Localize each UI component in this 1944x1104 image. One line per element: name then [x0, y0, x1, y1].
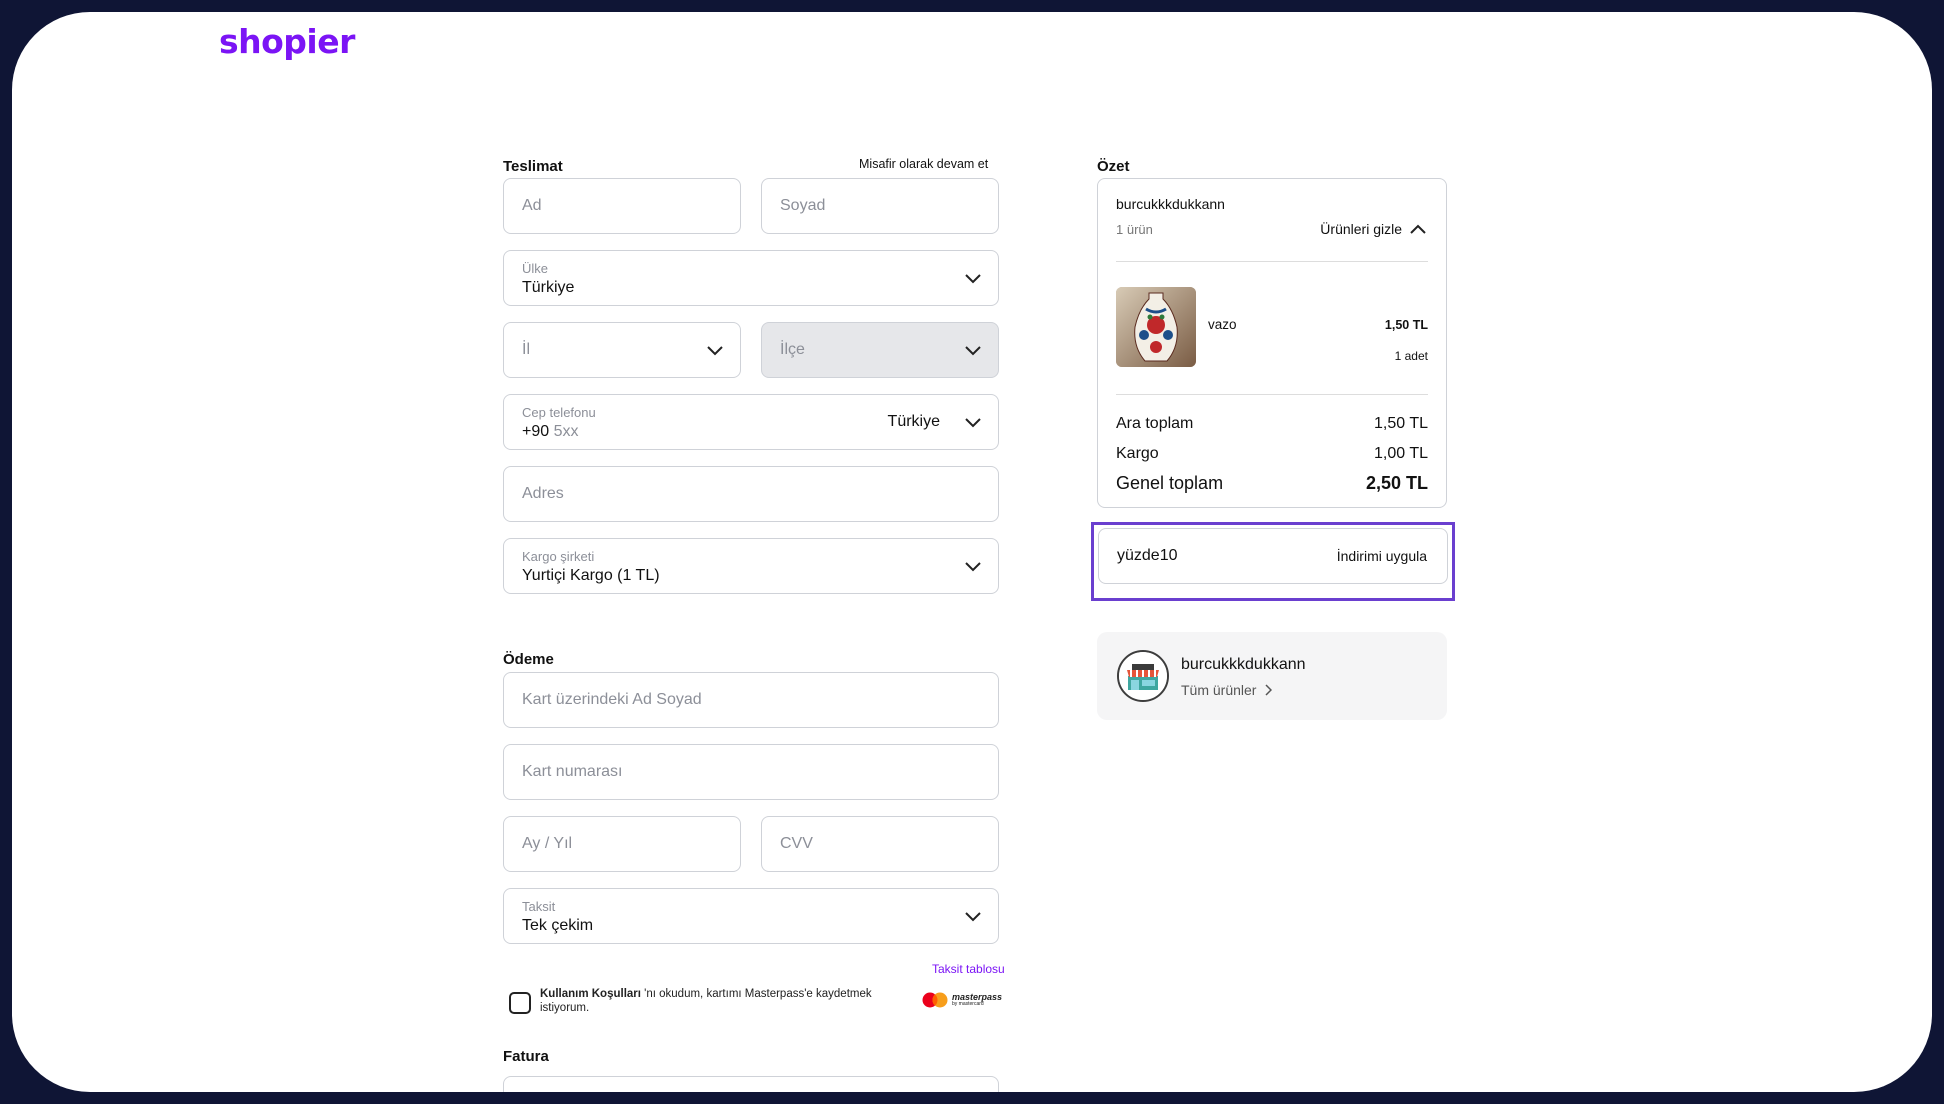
- checkout-page: shopier Teslimat Misafir olarak devam et…: [12, 12, 1932, 1092]
- province-select[interactable]: İl: [503, 322, 741, 378]
- product-price: 1,50 TL: [1384, 318, 1428, 332]
- chevron-down-icon: [965, 346, 981, 356]
- chevron-down-icon[interactable]: [964, 416, 982, 428]
- shipping-label: Kargo: [1116, 445, 1159, 462]
- summary-title: Özet: [1097, 158, 1130, 175]
- terms-link[interactable]: Kullanım Koşulları: [540, 988, 641, 1000]
- invoice-title: Fatura: [503, 1048, 549, 1065]
- phone-placeholder: 5xx: [553, 423, 579, 440]
- first-name-placeholder: Ad: [522, 197, 542, 214]
- total-value: 2,50 TL: [1365, 473, 1428, 493]
- phone-country-select[interactable]: Türkiye: [888, 413, 940, 431]
- cvv-placeholder: CVV: [780, 835, 813, 852]
- product-quantity: 1 adet: [1394, 349, 1428, 363]
- installment-table-link[interactable]: Taksit tablosu: [932, 962, 1005, 976]
- store-icon: [1119, 652, 1167, 700]
- vase-image: [1116, 287, 1196, 367]
- shopier-logo[interactable]: shopier: [219, 22, 355, 61]
- all-products-link[interactable]: Tüm ürünler: [1181, 682, 1273, 698]
- country-value: Türkiye: [522, 279, 575, 296]
- discount-code-value: yüzde10: [1117, 547, 1178, 564]
- chevron-up-icon: [1410, 224, 1426, 234]
- subtotal-row: Ara toplam 1,50 TL: [1116, 415, 1428, 433]
- expiry-input[interactable]: Ay / Yıl: [503, 816, 741, 872]
- total-row: Genel toplam 2,50 TL: [1116, 473, 1428, 494]
- summary-item-count: 1 ürün: [1116, 222, 1153, 237]
- shop-card[interactable]: burcukkkdukkann Tüm ürünler: [1097, 632, 1447, 720]
- terms-checkbox[interactable]: [509, 992, 531, 1014]
- shop-name: burcukkkdukkann: [1181, 656, 1306, 673]
- cargo-label: Kargo şirketi: [522, 549, 595, 564]
- apply-discount-button[interactable]: İndirimi uygula: [1337, 548, 1427, 564]
- order-summary-card: burcukkkdukkann 1 ürün Ürünleri gizle va…: [1097, 178, 1447, 508]
- guest-checkout-link[interactable]: Misafir olarak devam et: [859, 157, 988, 171]
- installment-select[interactable]: Taksit Tek çekim: [503, 888, 999, 944]
- total-label: Genel toplam: [1116, 473, 1224, 493]
- summary-shop-name: burcukkkdukkann: [1116, 196, 1225, 212]
- masterpass-text: masterpass: [952, 992, 1003, 1002]
- chevron-down-icon: [965, 912, 981, 922]
- country-label: Ülke: [522, 261, 549, 276]
- divider: [1116, 394, 1428, 395]
- shop-avatar: [1117, 650, 1169, 702]
- delivery-title: Teslimat: [503, 158, 563, 175]
- product-name: vazo: [1208, 317, 1237, 332]
- first-name-input[interactable]: Ad: [503, 178, 741, 234]
- last-name-input[interactable]: Soyad: [761, 178, 999, 234]
- address-placeholder: Adres: [522, 485, 564, 502]
- cargo-value: Yurtiçi Kargo (1 TL): [522, 567, 660, 584]
- country-select[interactable]: Ülke Türkiye: [503, 250, 999, 306]
- mastercard-icon: [922, 992, 948, 1008]
- expiry-placeholder: Ay / Yıl: [522, 835, 573, 852]
- invoice-input[interactable]: [503, 1076, 999, 1092]
- shipping-value: 1,00 TL: [1374, 445, 1428, 462]
- payment-title: Ödeme: [503, 651, 554, 668]
- cargo-select[interactable]: Kargo şirketi Yurtiçi Kargo (1 TL): [503, 538, 999, 594]
- chevron-down-icon: [965, 274, 981, 284]
- hide-products-label: Ürünleri gizle: [1320, 221, 1402, 237]
- phone-value: +90 5xx: [522, 423, 579, 441]
- masterpass-logo: masterpass by mastercard: [922, 992, 1002, 1008]
- district-placeholder: İlçe: [780, 341, 805, 358]
- chevron-down-icon: [707, 346, 723, 356]
- card-name-input[interactable]: Kart üzerindeki Ad Soyad: [503, 672, 999, 728]
- phone-prefix: +90: [522, 423, 550, 440]
- subtotal-label: Ara toplam: [1116, 415, 1194, 432]
- subtotal-value: 1,50 TL: [1374, 415, 1428, 432]
- installment-value: Tek çekim: [522, 917, 594, 934]
- chevron-right-icon: [1265, 684, 1273, 696]
- terms-text: Kullanım Koşulları 'nı okudum, kartımı M…: [540, 987, 890, 1015]
- divider: [1116, 261, 1428, 262]
- card-number-input[interactable]: Kart numarası: [503, 744, 999, 800]
- phone-input[interactable]: Cep telefonu +90 5xx Türkiye: [503, 394, 999, 450]
- address-input[interactable]: Adres: [503, 466, 999, 522]
- last-name-placeholder: Soyad: [780, 197, 826, 214]
- card-name-placeholder: Kart üzerindeki Ad Soyad: [522, 691, 702, 708]
- province-placeholder: İl: [522, 341, 530, 358]
- hide-products-button[interactable]: Ürünleri gizle: [1320, 221, 1426, 237]
- discount-code-input[interactable]: yüzde10 İndirimi uygula: [1098, 528, 1448, 584]
- all-products-label: Tüm ürünler: [1181, 682, 1257, 698]
- phone-label: Cep telefonu: [522, 405, 596, 420]
- shipping-row: Kargo 1,00 TL: [1116, 445, 1428, 463]
- chevron-down-icon: [965, 562, 981, 572]
- district-select[interactable]: İlçe: [761, 322, 999, 378]
- cvv-input[interactable]: CVV: [761, 816, 999, 872]
- installment-label: Taksit: [522, 899, 556, 914]
- card-number-placeholder: Kart numarası: [522, 763, 623, 780]
- product-thumbnail[interactable]: [1116, 287, 1196, 367]
